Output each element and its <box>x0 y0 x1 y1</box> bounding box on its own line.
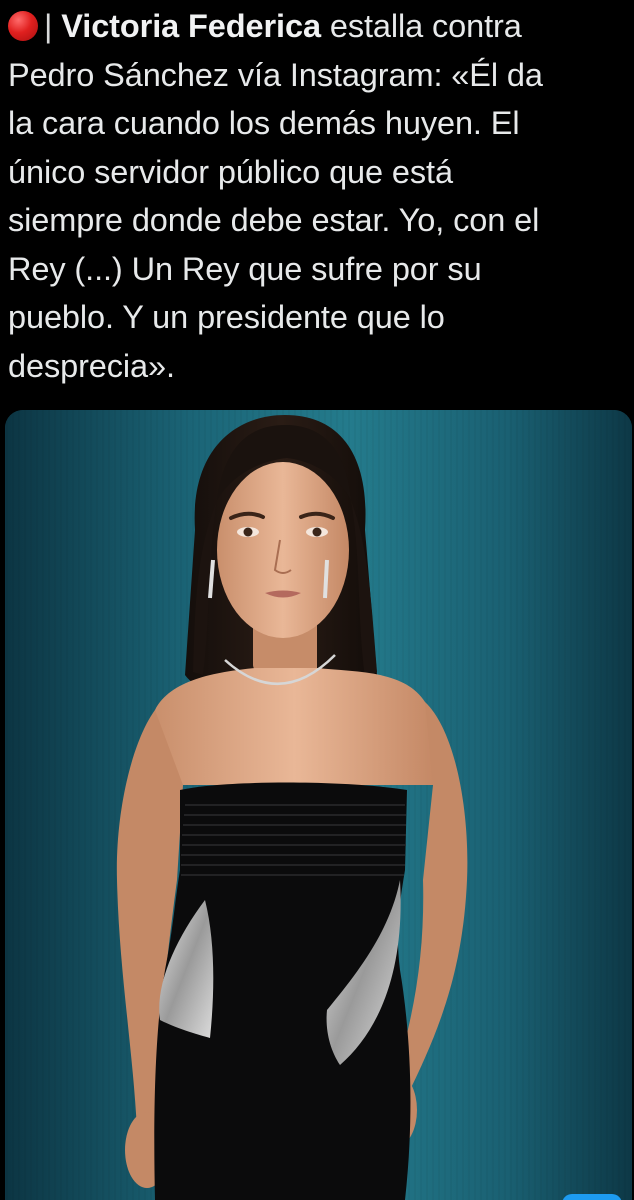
red-circle-icon <box>8 11 38 41</box>
tweet-line-4: único servidor público que está <box>8 153 453 190</box>
tweet-line-1: estalla contra <box>320 8 522 44</box>
portrait-illustration <box>5 410 632 1200</box>
tweet-line-6: Rey (...) Un Rey que sufre por su <box>8 250 482 287</box>
tweet-photo[interactable] <box>5 410 632 1200</box>
tweet-line-5: siempre donde debe estar. Yo, con el <box>8 202 540 238</box>
corner-badge <box>562 1194 622 1200</box>
tweet-line-7: pueblo. Y un presidente que lo <box>8 299 445 335</box>
tweet-line-3: la cara cuando los demás huyen. El <box>8 105 520 141</box>
separator: | <box>44 8 53 44</box>
person-name[interactable]: Victoria Federica <box>61 8 321 44</box>
tweet-text: | Victoria Federica estalla contra Pedro… <box>8 2 630 390</box>
tweet-line-2: Pedro Sánchez vía Instagram: «Él da <box>8 56 543 93</box>
tweet-line-8: desprecia». <box>8 347 175 384</box>
